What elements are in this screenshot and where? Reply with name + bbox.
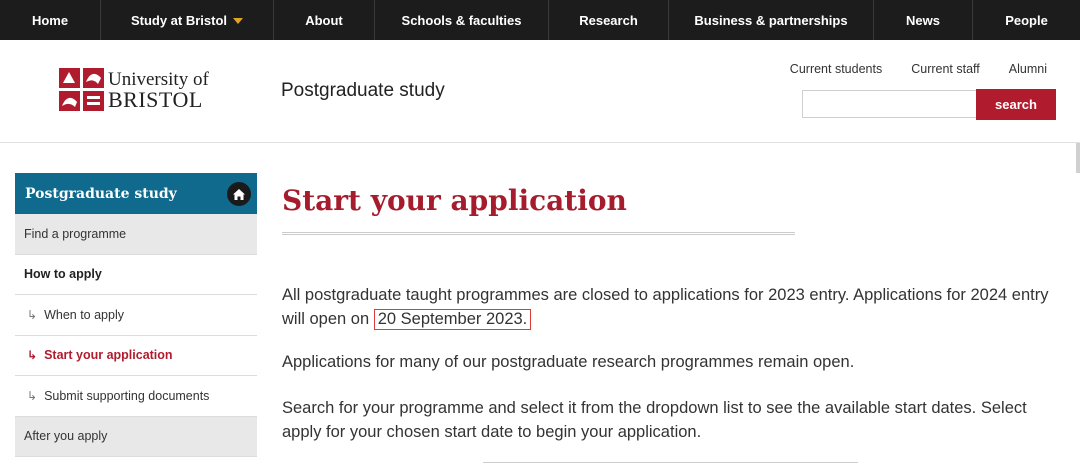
nav-news[interactable]: News (874, 0, 973, 40)
link-current-staff[interactable]: Current staff (911, 62, 980, 76)
sidebar-item-when-to-apply[interactable]: ↳ When to apply (15, 295, 257, 336)
sidebar-heading[interactable]: Postgraduate study (15, 173, 257, 214)
site-header: University of BRISTOL Postgraduate study… (0, 40, 1080, 143)
nav-schools-faculties[interactable]: Schools & faculties (375, 0, 549, 40)
nav-business-label: Business & partnerships (694, 12, 848, 28)
nav-home-label: Home (31, 12, 69, 28)
site-section-title[interactable]: Postgraduate study (281, 80, 445, 102)
nav-about-label: About (305, 12, 343, 28)
link-current-students[interactable]: Current students (790, 62, 882, 76)
search-input[interactable] (802, 90, 977, 118)
nav-about[interactable]: About (274, 0, 375, 40)
nav-research-label: Research (579, 12, 638, 28)
top-navigation: Home Study at Bristol About Schools & fa… (0, 0, 1080, 40)
link-alumni[interactable]: Alumni (1009, 62, 1047, 76)
sidebar-item-start-your-application[interactable]: ↳ Start your application (15, 335, 257, 376)
highlighted-date: 20 September 2023. (373, 309, 532, 330)
sidebar-item-label: Submit supporting documents (44, 388, 210, 403)
closure-notice-paragraph: All postgraduate taught programmes are c… (282, 283, 1052, 331)
research-programmes-paragraph: Applications for many of our postgraduat… (282, 353, 855, 371)
sub-arrow-icon: ↳ (27, 307, 38, 322)
nav-schools-label: Schools & faculties (401, 12, 522, 28)
sidebar-nav: Postgraduate study Find a programme How … (15, 173, 257, 457)
sidebar-item-label: Find a programme (24, 226, 127, 241)
scrollbar[interactable] (1076, 143, 1080, 173)
utility-links: Current students Current staff Alumni (761, 62, 1047, 76)
nav-research[interactable]: Research (549, 0, 669, 40)
sidebar-item-label: How to apply (24, 267, 102, 282)
chevron-down-icon (233, 18, 244, 24)
sidebar-item-submit-supporting-documents[interactable]: ↳ Submit supporting documents (15, 376, 257, 417)
university-logo[interactable]: University of BRISTOL (58, 66, 218, 114)
sidebar-item-after-you-apply[interactable]: After you apply (15, 416, 257, 457)
crest-icon (58, 66, 105, 112)
search-instructions-paragraph: Search for your programme and select it … (282, 399, 1027, 441)
nav-business-partnerships[interactable]: Business & partnerships (669, 0, 874, 40)
content-divider (483, 462, 858, 463)
page-title: Start your application (282, 184, 627, 217)
sidebar-item-label: When to apply (44, 307, 124, 322)
nav-people[interactable]: People (973, 0, 1080, 40)
nav-study-label: Study at Bristol (130, 12, 228, 28)
home-icon[interactable] (227, 182, 251, 206)
sub-arrow-icon: ↳ (27, 388, 38, 403)
nav-people-label: People (1005, 12, 1048, 28)
nav-home[interactable]: Home (0, 0, 101, 40)
sidebar-item-label: After you apply (24, 429, 108, 444)
logo-text-line2: BRISTOL (108, 87, 203, 112)
nav-study-at-bristol[interactable]: Study at Bristol (101, 0, 274, 40)
sidebar-item-how-to-apply[interactable]: How to apply (15, 254, 257, 295)
title-divider (282, 232, 795, 235)
sidebar-item-find-a-programme[interactable]: Find a programme (15, 214, 257, 255)
sidebar-item-label: Start your application (44, 348, 173, 363)
sub-arrow-icon: ↳ (27, 348, 38, 363)
sidebar-heading-label: Postgraduate study (25, 185, 177, 202)
search-button[interactable]: search (976, 89, 1056, 120)
nav-news-label: News (906, 12, 940, 28)
